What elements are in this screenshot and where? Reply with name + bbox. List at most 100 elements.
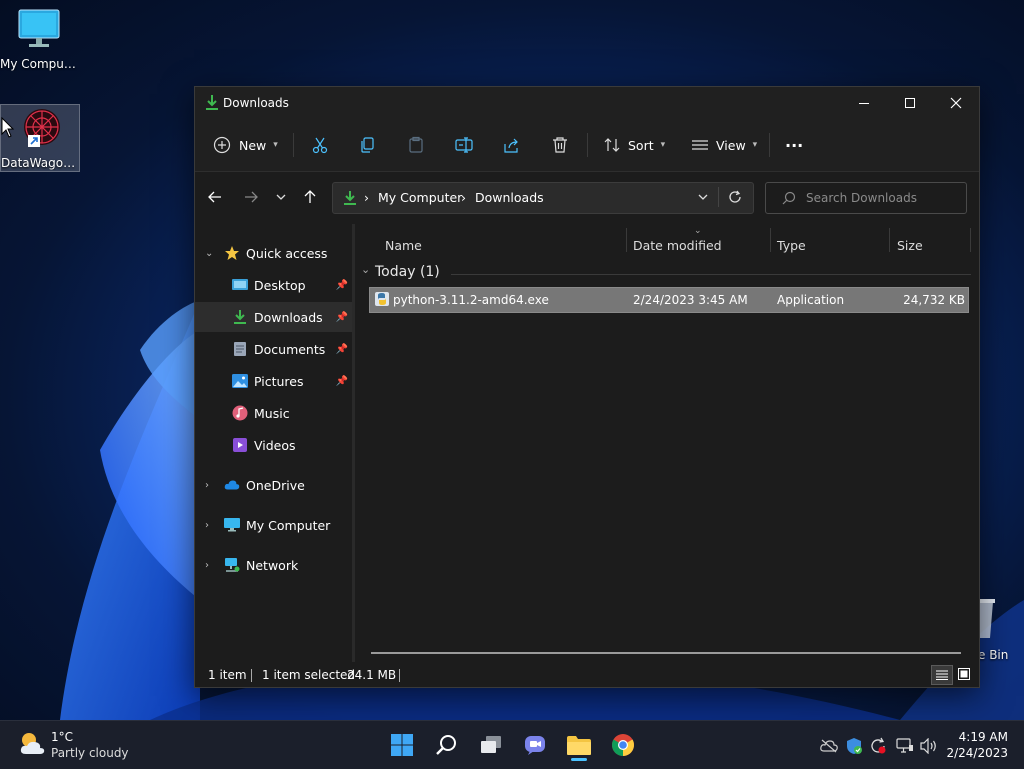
breadcrumb-my-computer[interactable]: My Computer xyxy=(378,190,462,205)
pin-icon[interactable]: 📌 xyxy=(336,312,348,323)
sidebar-item-my-computer[interactable]: › My Computer xyxy=(195,510,352,540)
sidebar-item-desktop[interactable]: Desktop 📌 xyxy=(195,270,352,300)
view-button[interactable]: View ▾ xyxy=(691,131,757,159)
network-icon xyxy=(224,557,240,573)
monitor-icon xyxy=(18,9,60,47)
desktop-icon-my-computer[interactable]: My Computer xyxy=(0,8,78,76)
search-icon xyxy=(782,191,796,205)
sidebar-item-network[interactable]: › Network xyxy=(195,550,352,580)
toolbar-divider xyxy=(293,133,294,157)
sidebar-item-music[interactable]: Music xyxy=(195,398,352,428)
chevron-down-icon: ▾ xyxy=(752,140,758,150)
monitor-icon xyxy=(224,517,240,533)
column-header-name[interactable]: Name xyxy=(385,238,422,253)
chevron-right-icon[interactable]: › xyxy=(205,560,209,571)
horizontal-scrollbar[interactable] xyxy=(371,652,961,654)
onedrive-offline-icon[interactable] xyxy=(820,737,838,755)
pin-icon[interactable]: 📌 xyxy=(336,280,348,291)
sort-button[interactable]: Sort ▾ xyxy=(603,131,665,159)
pin-icon[interactable]: 📌 xyxy=(336,344,348,355)
breadcrumb-downloads[interactable]: Downloads xyxy=(475,190,544,205)
copy-icon xyxy=(361,137,374,153)
details-view-button[interactable] xyxy=(931,665,953,685)
view-lines-icon xyxy=(692,140,708,150)
search-box[interactable]: Search Downloads xyxy=(765,182,967,214)
share-button[interactable] xyxy=(503,131,521,159)
column-divider[interactable] xyxy=(626,228,627,252)
cut-button[interactable] xyxy=(311,131,329,159)
sidebar-item-documents[interactable]: Documents 📌 xyxy=(195,334,352,364)
column-header-size[interactable]: Size xyxy=(897,238,923,253)
table-row[interactable]: python-3.11.2-amd64.exe 2/24/2023 3:45 A… xyxy=(369,287,969,313)
file-size: 24,732 KB xyxy=(903,293,965,307)
refresh-icon[interactable] xyxy=(728,190,742,204)
sidebar-item-downloads[interactable]: Downloads 📌 xyxy=(195,302,352,332)
sort-icon xyxy=(604,138,620,152)
weather-widget[interactable]: 1°C Partly cloudy xyxy=(18,730,129,760)
teams-chat-button[interactable] xyxy=(519,729,551,761)
clock[interactable]: 4:19 AM 2/24/2023 xyxy=(946,729,1008,761)
sidebar-item-label: Videos xyxy=(254,437,296,453)
chevron-down-icon[interactable]: ⌄ xyxy=(205,248,213,259)
column-divider[interactable] xyxy=(889,228,890,252)
sidebar-item-label: Desktop xyxy=(254,277,306,293)
search-taskbar-button[interactable] xyxy=(431,729,463,761)
python-installer-icon xyxy=(375,292,389,306)
delete-button[interactable] xyxy=(551,131,569,159)
plus-circle-icon xyxy=(213,136,231,154)
sidebar-item-videos[interactable]: Videos xyxy=(195,430,352,460)
file-explorer-taskbar-button[interactable] xyxy=(563,729,595,761)
forward-button[interactable] xyxy=(238,184,264,210)
minimize-button[interactable] xyxy=(841,87,887,119)
close-button[interactable] xyxy=(933,87,979,119)
chevron-down-icon: ▾ xyxy=(273,140,278,150)
sync-icon[interactable] xyxy=(869,737,887,755)
status-bar: 1 item 1 item selected 24.1 MB xyxy=(195,662,979,687)
clipboard-icon xyxy=(409,136,423,153)
chevron-down-icon[interactable] xyxy=(697,193,709,203)
column-divider[interactable] xyxy=(970,228,971,252)
column-header-type[interactable]: Type xyxy=(777,238,806,253)
back-button[interactable] xyxy=(202,184,228,210)
task-view-button[interactable] xyxy=(475,729,507,761)
sort-indicator-icon: ⌄ xyxy=(694,226,702,236)
copy-button[interactable] xyxy=(359,131,377,159)
chrome-taskbar-button[interactable] xyxy=(607,729,639,761)
partly-cloudy-icon xyxy=(20,733,45,754)
chevron-right-icon[interactable]: › xyxy=(205,520,209,531)
tiles-view-button[interactable] xyxy=(955,665,973,683)
status-divider xyxy=(251,669,252,682)
volume-icon[interactable] xyxy=(920,737,938,755)
network-tray-icon[interactable] xyxy=(896,737,914,755)
column-header-date-modified[interactable]: Date modified xyxy=(633,238,722,253)
sidebar-item-quick-access[interactable]: ⌄ Quick access xyxy=(195,238,352,268)
paste-button[interactable] xyxy=(407,131,425,159)
sidebar-item-label: Documents xyxy=(254,341,326,357)
chevron-down-icon[interactable]: ⌄ xyxy=(361,263,370,276)
recent-locations-button[interactable] xyxy=(268,184,294,210)
pin-icon[interactable]: 📌 xyxy=(336,376,348,387)
sidebar-item-label: Downloads xyxy=(254,309,323,325)
sidebar-item-label: Network xyxy=(246,557,299,573)
more-options-button[interactable]: ··· xyxy=(785,131,803,159)
search-icon xyxy=(436,735,456,755)
new-button[interactable]: New ▾ xyxy=(213,131,278,159)
sidebar-item-label: Quick access xyxy=(246,245,328,261)
sidebar-item-onedrive[interactable]: › OneDrive xyxy=(195,470,352,500)
sidebar-item-pictures[interactable]: Pictures 📌 xyxy=(195,366,352,396)
chevron-right-icon[interactable]: › xyxy=(205,480,209,491)
file-type: Application xyxy=(777,293,845,307)
title-bar[interactable]: Downloads xyxy=(195,87,979,119)
security-shield-icon[interactable] xyxy=(845,737,863,755)
up-button[interactable] xyxy=(297,184,323,210)
start-button[interactable] xyxy=(386,729,418,761)
rename-button[interactable] xyxy=(455,131,473,159)
pictures-icon xyxy=(232,373,248,389)
toolbar-divider xyxy=(769,133,770,157)
column-divider[interactable] xyxy=(770,228,771,252)
maximize-button[interactable] xyxy=(887,87,933,119)
group-header-today[interactable]: ⌄ Today (1) xyxy=(361,262,971,284)
file-list: Name ⌄ Date modified Type Size ⌄ Today (… xyxy=(355,224,979,664)
address-bar[interactable]: › My Computer › Downloads xyxy=(332,182,754,214)
chrome-icon xyxy=(612,734,634,756)
